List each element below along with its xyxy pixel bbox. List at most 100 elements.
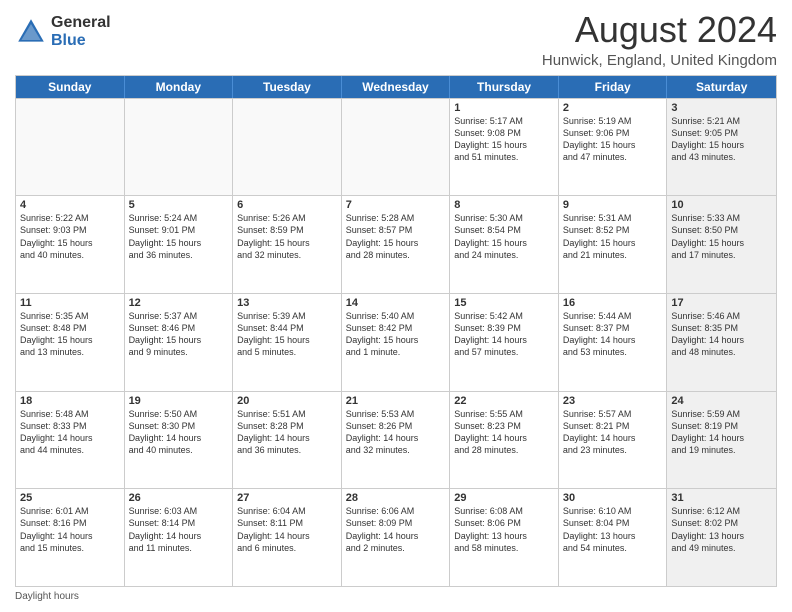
day-number: 4	[20, 199, 120, 211]
cell-text: Sunrise: 5:55 AM Sunset: 8:23 PM Dayligh…	[454, 408, 554, 457]
calendar-cell: 10Sunrise: 5:33 AM Sunset: 8:50 PM Dayli…	[667, 196, 776, 293]
calendar-cell: 30Sunrise: 6:10 AM Sunset: 8:04 PM Dayli…	[559, 489, 668, 586]
day-number: 30	[563, 492, 663, 504]
cell-text: Sunrise: 5:37 AM Sunset: 8:46 PM Dayligh…	[129, 310, 229, 359]
day-number: 12	[129, 297, 229, 309]
footer-text: Daylight hours	[15, 591, 79, 602]
calendar-cell	[233, 99, 342, 196]
calendar: SundayMondayTuesdayWednesdayThursdayFrid…	[15, 75, 777, 587]
calendar-cell: 18Sunrise: 5:48 AM Sunset: 8:33 PM Dayli…	[16, 392, 125, 489]
cell-text: Sunrise: 5:53 AM Sunset: 8:26 PM Dayligh…	[346, 408, 446, 457]
day-number: 9	[563, 199, 663, 211]
calendar-cell: 22Sunrise: 5:55 AM Sunset: 8:23 PM Dayli…	[450, 392, 559, 489]
cell-text: Sunrise: 6:12 AM Sunset: 8:02 PM Dayligh…	[671, 505, 772, 554]
day-number: 13	[237, 297, 337, 309]
calendar-cell: 27Sunrise: 6:04 AM Sunset: 8:11 PM Dayli…	[233, 489, 342, 586]
cell-text: Sunrise: 5:39 AM Sunset: 8:44 PM Dayligh…	[237, 310, 337, 359]
day-number: 6	[237, 199, 337, 211]
title-block: August 2024 Hunwick, England, United Kin…	[542, 10, 777, 69]
calendar-cell: 4Sunrise: 5:22 AM Sunset: 9:03 PM Daylig…	[16, 196, 125, 293]
day-number: 14	[346, 297, 446, 309]
day-number: 28	[346, 492, 446, 504]
page: General Blue August 2024 Hunwick, Englan…	[0, 0, 792, 612]
cell-text: Sunrise: 5:59 AM Sunset: 8:19 PM Dayligh…	[671, 408, 772, 457]
cell-text: Sunrise: 6:06 AM Sunset: 8:09 PM Dayligh…	[346, 505, 446, 554]
header: General Blue August 2024 Hunwick, Englan…	[15, 10, 777, 69]
calendar-cell: 14Sunrise: 5:40 AM Sunset: 8:42 PM Dayli…	[342, 294, 451, 391]
cell-text: Sunrise: 5:31 AM Sunset: 8:52 PM Dayligh…	[563, 212, 663, 261]
calendar-cell: 5Sunrise: 5:24 AM Sunset: 9:01 PM Daylig…	[125, 196, 234, 293]
calendar-cell: 20Sunrise: 5:51 AM Sunset: 8:28 PM Dayli…	[233, 392, 342, 489]
calendar-cell: 28Sunrise: 6:06 AM Sunset: 8:09 PM Dayli…	[342, 489, 451, 586]
calendar-cell: 29Sunrise: 6:08 AM Sunset: 8:06 PM Dayli…	[450, 489, 559, 586]
day-number: 16	[563, 297, 663, 309]
cell-text: Sunrise: 6:04 AM Sunset: 8:11 PM Dayligh…	[237, 505, 337, 554]
cell-text: Sunrise: 6:01 AM Sunset: 8:16 PM Dayligh…	[20, 505, 120, 554]
calendar-cell: 24Sunrise: 5:59 AM Sunset: 8:19 PM Dayli…	[667, 392, 776, 489]
calendar-header-cell: Tuesday	[233, 76, 342, 98]
calendar-header-cell: Saturday	[667, 76, 776, 98]
cell-text: Sunrise: 5:30 AM Sunset: 8:54 PM Dayligh…	[454, 212, 554, 261]
calendar-body: 1Sunrise: 5:17 AM Sunset: 9:08 PM Daylig…	[16, 98, 776, 586]
day-number: 20	[237, 395, 337, 407]
day-number: 29	[454, 492, 554, 504]
cell-text: Sunrise: 5:22 AM Sunset: 9:03 PM Dayligh…	[20, 212, 120, 261]
logo-icon	[15, 16, 47, 48]
day-number: 22	[454, 395, 554, 407]
calendar-header-row: SundayMondayTuesdayWednesdayThursdayFrid…	[16, 76, 776, 98]
day-number: 24	[671, 395, 772, 407]
day-number: 31	[671, 492, 772, 504]
calendar-cell: 2Sunrise: 5:19 AM Sunset: 9:06 PM Daylig…	[559, 99, 668, 196]
cell-text: Sunrise: 5:44 AM Sunset: 8:37 PM Dayligh…	[563, 310, 663, 359]
calendar-header-cell: Sunday	[16, 76, 125, 98]
calendar-cell: 9Sunrise: 5:31 AM Sunset: 8:52 PM Daylig…	[559, 196, 668, 293]
calendar-cell: 15Sunrise: 5:42 AM Sunset: 8:39 PM Dayli…	[450, 294, 559, 391]
subtitle: Hunwick, England, United Kingdom	[542, 52, 777, 69]
calendar-cell: 7Sunrise: 5:28 AM Sunset: 8:57 PM Daylig…	[342, 196, 451, 293]
day-number: 11	[20, 297, 120, 309]
calendar-cell: 17Sunrise: 5:46 AM Sunset: 8:35 PM Dayli…	[667, 294, 776, 391]
calendar-header-cell: Wednesday	[342, 76, 451, 98]
day-number: 5	[129, 199, 229, 211]
cell-text: Sunrise: 5:28 AM Sunset: 8:57 PM Dayligh…	[346, 212, 446, 261]
calendar-row: 4Sunrise: 5:22 AM Sunset: 9:03 PM Daylig…	[16, 195, 776, 293]
day-number: 27	[237, 492, 337, 504]
cell-text: Sunrise: 5:21 AM Sunset: 9:05 PM Dayligh…	[671, 115, 772, 164]
day-number: 25	[20, 492, 120, 504]
calendar-cell: 13Sunrise: 5:39 AM Sunset: 8:44 PM Dayli…	[233, 294, 342, 391]
cell-text: Sunrise: 5:33 AM Sunset: 8:50 PM Dayligh…	[671, 212, 772, 261]
calendar-cell: 25Sunrise: 6:01 AM Sunset: 8:16 PM Dayli…	[16, 489, 125, 586]
calendar-cell: 16Sunrise: 5:44 AM Sunset: 8:37 PM Dayli…	[559, 294, 668, 391]
day-number: 7	[346, 199, 446, 211]
cell-text: Sunrise: 5:24 AM Sunset: 9:01 PM Dayligh…	[129, 212, 229, 261]
calendar-header-cell: Friday	[559, 76, 668, 98]
cell-text: Sunrise: 5:26 AM Sunset: 8:59 PM Dayligh…	[237, 212, 337, 261]
day-number: 23	[563, 395, 663, 407]
cell-text: Sunrise: 5:35 AM Sunset: 8:48 PM Dayligh…	[20, 310, 120, 359]
day-number: 21	[346, 395, 446, 407]
calendar-cell: 26Sunrise: 6:03 AM Sunset: 8:14 PM Dayli…	[125, 489, 234, 586]
logo-blue: Blue	[51, 32, 111, 50]
cell-text: Sunrise: 5:50 AM Sunset: 8:30 PM Dayligh…	[129, 408, 229, 457]
calendar-cell: 21Sunrise: 5:53 AM Sunset: 8:26 PM Dayli…	[342, 392, 451, 489]
logo: General Blue	[15, 14, 111, 49]
day-number: 15	[454, 297, 554, 309]
calendar-cell: 23Sunrise: 5:57 AM Sunset: 8:21 PM Dayli…	[559, 392, 668, 489]
day-number: 18	[20, 395, 120, 407]
calendar-cell: 12Sunrise: 5:37 AM Sunset: 8:46 PM Dayli…	[125, 294, 234, 391]
cell-text: Sunrise: 6:03 AM Sunset: 8:14 PM Dayligh…	[129, 505, 229, 554]
day-number: 26	[129, 492, 229, 504]
cell-text: Sunrise: 6:10 AM Sunset: 8:04 PM Dayligh…	[563, 505, 663, 554]
logo-general: General	[51, 14, 111, 32]
calendar-cell	[125, 99, 234, 196]
calendar-cell	[342, 99, 451, 196]
calendar-row: 1Sunrise: 5:17 AM Sunset: 9:08 PM Daylig…	[16, 98, 776, 196]
calendar-row: 11Sunrise: 5:35 AM Sunset: 8:48 PM Dayli…	[16, 293, 776, 391]
cell-text: Sunrise: 5:40 AM Sunset: 8:42 PM Dayligh…	[346, 310, 446, 359]
main-title: August 2024	[542, 10, 777, 50]
calendar-header-cell: Thursday	[450, 76, 559, 98]
cell-text: Sunrise: 5:51 AM Sunset: 8:28 PM Dayligh…	[237, 408, 337, 457]
cell-text: Sunrise: 5:46 AM Sunset: 8:35 PM Dayligh…	[671, 310, 772, 359]
day-number: 3	[671, 102, 772, 114]
day-number: 2	[563, 102, 663, 114]
